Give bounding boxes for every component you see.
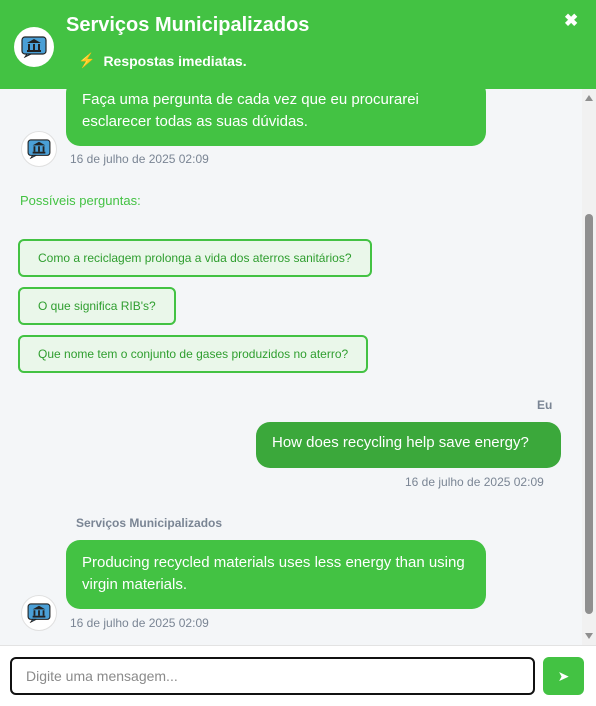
message-input[interactable] (10, 657, 535, 695)
scrollbar-thumb[interactable] (585, 214, 593, 614)
send-icon: ➤ (557, 667, 570, 684)
bot-avatar (14, 27, 54, 67)
message-timestamp: 16 de julho de 2025 02:09 (70, 152, 209, 166)
bot-message: Producing recycled materials uses less e… (66, 540, 486, 609)
bot-name-label: Serviços Municipalizados (76, 516, 223, 530)
bot-avatar (21, 595, 57, 631)
message-timestamp: 16 de julho de 2025 02:09 (405, 475, 544, 489)
close-button[interactable]: ✖ (564, 11, 578, 31)
possible-questions-label: Possíveis perguntas: (20, 193, 141, 208)
user-label: Eu (537, 398, 553, 412)
user-message: How does recycling help save energy? (256, 422, 561, 468)
composer: ➤ (0, 645, 596, 706)
suggestion-button[interactable]: Como a reciclagem prolonga a vida dos at… (18, 239, 372, 277)
chat-header: Serviços Municipalizados ⚡ Respostas ime… (0, 0, 596, 89)
message-timestamp: 16 de julho de 2025 02:09 (70, 616, 209, 630)
municipal-building-icon (27, 139, 51, 159)
header-subtitle: Respostas imediatas. (103, 52, 247, 69)
chat-messages[interactable]: Faça uma pergunta de cada vez que eu pro… (0, 89, 596, 645)
scroll-down-arrow-icon[interactable] (585, 633, 593, 639)
lightning-icon: ⚡ (78, 52, 96, 68)
suggestion-button[interactable]: Que nome tem o conjunto de gases produzi… (18, 335, 369, 373)
header-subtitle-row: ⚡ Respostas imediatas. (78, 52, 247, 69)
bot-avatar (21, 131, 57, 167)
send-button[interactable]: ➤ (543, 657, 584, 695)
suggestion-button[interactable]: O que significa RIB's? (18, 287, 176, 325)
header-title: Serviços Municipalizados (66, 14, 310, 36)
municipal-building-icon (21, 36, 47, 58)
bot-message-intro: Faça uma pergunta de cada vez que eu pro… (66, 89, 486, 146)
municipal-building-icon (27, 603, 51, 623)
scroll-up-arrow-icon[interactable] (585, 95, 593, 101)
